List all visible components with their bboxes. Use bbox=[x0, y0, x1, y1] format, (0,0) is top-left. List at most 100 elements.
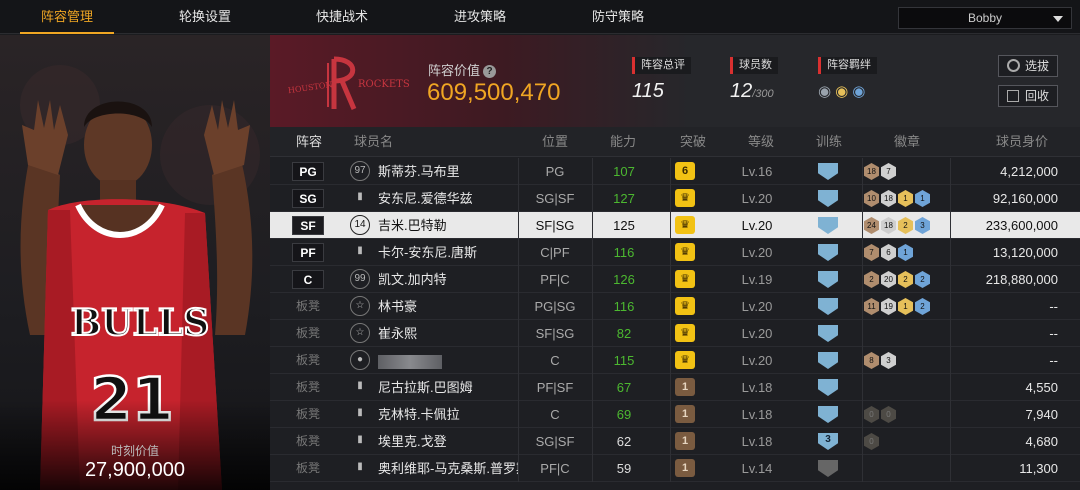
training-shield-icon[interactable]: 3 bbox=[818, 433, 838, 450]
badges[interactable]: 18 7 bbox=[864, 158, 896, 185]
badge-hex-icon: 20 bbox=[881, 271, 896, 288]
col-player-name[interactable]: 球员名 bbox=[354, 127, 393, 157]
table-row[interactable]: 板凳 ● C 115 ♛ Lv.20 8 3 -- bbox=[270, 347, 1080, 374]
training-shield-icon[interactable] bbox=[818, 244, 838, 261]
divider bbox=[592, 428, 593, 455]
player-name[interactable] bbox=[378, 347, 518, 374]
player-name[interactable]: 斯蒂芬.马布里 bbox=[378, 158, 518, 185]
training-shield-icon[interactable] bbox=[818, 190, 838, 207]
table-row[interactable]: SG ▮ 安东尼.爱德华兹 SG|SF 127 ♛ Lv.20 10 18 1 1 92,160,00… bbox=[270, 185, 1080, 212]
training-shield-icon[interactable] bbox=[818, 352, 838, 369]
training-shield-icon[interactable] bbox=[818, 460, 838, 477]
player-name[interactable]: 埃里克.戈登 bbox=[378, 428, 518, 455]
table-row[interactable]: SF 14 吉米.巴特勒 SF|SG 125 ♛ Lv.20 24 18 2 3 233,600,00… bbox=[270, 212, 1080, 239]
player-name[interactable]: 安东尼.爱德华兹 bbox=[378, 185, 518, 212]
breakthrough-icon[interactable]: ♛ bbox=[675, 189, 695, 207]
bond-group-icon[interactable]: ◉ bbox=[852, 82, 865, 100]
player-name[interactable]: 崔永熙 bbox=[378, 320, 518, 347]
table-row[interactable]: 板凳 ☆ 崔永熙 SF|SG 82 ♛ Lv.20 -- bbox=[270, 320, 1080, 347]
breakthrough-icon[interactable]: ♛ bbox=[675, 270, 695, 288]
player-price: 11,300 bbox=[1019, 461, 1058, 476]
table-row[interactable]: C 99 凯文.加内特 PF|C 126 ♛ Lv.19 2 20 2 2 218,880,000 bbox=[270, 266, 1080, 293]
badge-hex-icon: 1 bbox=[898, 244, 913, 261]
player-price: 4,680 bbox=[1025, 434, 1058, 449]
help-icon[interactable]: ? bbox=[483, 65, 497, 78]
breakthrough-icon[interactable]: 6 bbox=[675, 162, 695, 180]
breakthrough-icon[interactable]: ♛ bbox=[675, 243, 695, 261]
breakthrough-icon[interactable]: 1 bbox=[675, 378, 695, 396]
select-button[interactable]: 选拔 bbox=[998, 55, 1058, 77]
table-row[interactable]: PF ▮ 卡尔-安东尼.唐斯 C|PF 116 ♛ Lv.20 7 6 1 13,120,000 bbox=[270, 239, 1080, 266]
table-row[interactable]: 板凳 ▮ 埃里克.戈登 SG|SF 62 1 Lv.18 3 0 4,680 bbox=[270, 428, 1080, 455]
training-shield-icon[interactable] bbox=[818, 217, 838, 234]
player-price: -- bbox=[1049, 353, 1058, 368]
table-row[interactable]: 板凳 ▮ 尼古拉斯.巴图姆 PF|SF 67 1 Lv.18 4,550 bbox=[270, 374, 1080, 401]
bond-group-icon[interactable]: ◉ bbox=[818, 82, 831, 100]
badges[interactable]: 0 bbox=[864, 428, 879, 455]
table-row[interactable]: 板凳 ☆ 林书豪 PG|SG 116 ♛ Lv.20 11 19 1 2 -- bbox=[270, 293, 1080, 320]
badges[interactable]: 24 18 2 3 bbox=[864, 212, 930, 239]
breakthrough-icon[interactable]: ♛ bbox=[675, 351, 695, 369]
player-position: SF|SG bbox=[535, 326, 575, 341]
recycle-button[interactable]: 回收 bbox=[998, 85, 1058, 107]
table-row[interactable]: 板凳 ▮ 克林特.卡佩拉 C 69 1 Lv.18 0 0 7,940 bbox=[270, 401, 1080, 428]
rank-bars-icon: ▮ bbox=[357, 461, 363, 472]
tab-offense-strategy[interactable]: 进攻策略 bbox=[435, 0, 525, 34]
badges[interactable]: 2 20 2 2 bbox=[864, 266, 930, 293]
col-level[interactable]: 等级 bbox=[748, 127, 774, 157]
player-level: Lv.18 bbox=[741, 434, 773, 449]
player-level: Lv.20 bbox=[741, 326, 773, 341]
player-name[interactable]: 奥利维耶-马克桑斯.普罗斯珀 bbox=[378, 455, 518, 482]
player-name[interactable]: 克林特.卡佩拉 bbox=[378, 401, 518, 428]
badges[interactable]: 83 bbox=[864, 347, 896, 374]
team-rating-label: 阵容总评 bbox=[632, 57, 691, 74]
badge-hex-icon: 3 bbox=[881, 352, 896, 369]
training-shield-icon[interactable] bbox=[818, 379, 838, 396]
col-badges[interactable]: 徽章 bbox=[894, 127, 920, 157]
badges[interactable]: 11 19 1 2 bbox=[864, 293, 930, 320]
player-name[interactable]: 尼古拉斯.巴图姆 bbox=[378, 374, 518, 401]
player-card[interactable]: BULLS 21 时刻价值 27,900,000 bbox=[0, 35, 270, 490]
player-name[interactable]: 卡尔-安东尼.唐斯 bbox=[378, 239, 518, 266]
training-shield-icon[interactable] bbox=[818, 163, 838, 180]
player-position: C|PF bbox=[540, 245, 570, 260]
tab-quick-tactics[interactable]: 快捷战术 bbox=[297, 0, 387, 34]
training-shield-icon[interactable] bbox=[818, 325, 838, 342]
col-breakthrough[interactable]: 突破 bbox=[680, 127, 706, 157]
badges[interactable]: 761 bbox=[864, 239, 913, 266]
training-shield-icon[interactable] bbox=[818, 298, 838, 315]
training-shield-icon[interactable] bbox=[818, 271, 838, 288]
tab-rotation[interactable]: 轮换设置 bbox=[160, 0, 250, 34]
recycle-button-label: 回收 bbox=[1024, 89, 1049, 103]
lineup-slot: 板凳 bbox=[295, 299, 320, 313]
tab-lineup[interactable]: 阵容管理 bbox=[20, 0, 114, 34]
badges[interactable]: 00 bbox=[864, 401, 896, 428]
player-name[interactable]: 凯文.加内特 bbox=[378, 266, 518, 293]
breakthrough-icon[interactable]: ♛ bbox=[675, 216, 695, 234]
breakthrough-icon[interactable]: ♛ bbox=[675, 297, 695, 315]
bond-group-icon[interactable]: ◉ bbox=[835, 82, 848, 100]
divider bbox=[670, 320, 671, 347]
col-lineup[interactable]: 阵容 bbox=[296, 127, 322, 157]
col-position[interactable]: 位置 bbox=[542, 127, 568, 157]
divider bbox=[518, 239, 519, 266]
lineup-slot-label: SF bbox=[292, 216, 324, 235]
table-row[interactable]: PG 97 斯蒂芬.马布里 PG 107 6 Lv.16 18 7 4,212,000 bbox=[270, 158, 1080, 185]
breakthrough-icon[interactable]: 1 bbox=[675, 459, 695, 477]
user-dropdown[interactable]: Bobby bbox=[898, 7, 1072, 29]
col-ability[interactable]: 能力 bbox=[610, 127, 636, 157]
col-value[interactable]: 球员身价 bbox=[996, 127, 1048, 157]
badge-hex-icon: 19 bbox=[881, 298, 896, 315]
badges[interactable]: 10 18 1 1 bbox=[864, 185, 930, 212]
breakthrough-icon[interactable]: 1 bbox=[675, 405, 695, 423]
divider bbox=[862, 401, 863, 428]
table-row[interactable]: 板凳 ▮ 奥利维耶-马克桑斯.普罗斯珀 PF|C 59 1 Lv.14 11,300 bbox=[270, 455, 1080, 482]
breakthrough-icon[interactable]: 1 bbox=[675, 432, 695, 450]
player-name[interactable]: 林书豪 bbox=[378, 293, 518, 320]
player-ability: 125 bbox=[613, 218, 635, 233]
breakthrough-icon[interactable]: ♛ bbox=[675, 324, 695, 342]
player-name[interactable]: 吉米.巴特勒 bbox=[378, 212, 518, 239]
training-shield-icon[interactable] bbox=[818, 406, 838, 423]
tab-defense-strategy[interactable]: 防守策略 bbox=[573, 0, 663, 34]
col-training[interactable]: 训练 bbox=[816, 127, 842, 157]
